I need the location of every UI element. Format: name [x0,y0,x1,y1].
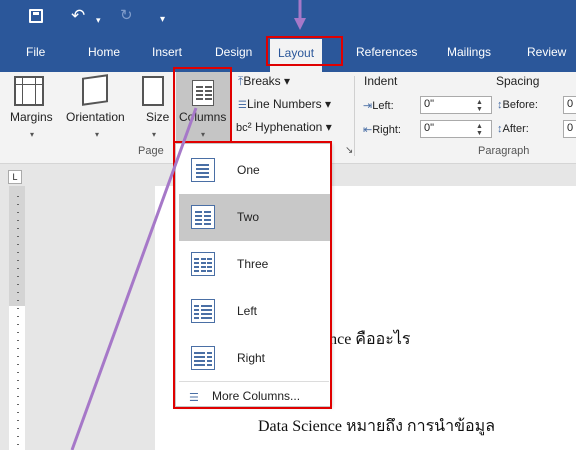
ruler-tick [17,244,19,245]
ruler-tick [17,332,19,333]
indent-right-spinner[interactable]: ▲ ▼ [476,123,483,137]
undo-icon[interactable]: ↶ [71,7,85,25]
spacing-before-input[interactable]: 0 [563,96,576,114]
size-icon[interactable] [142,76,164,106]
layout-tab-highlight [266,36,343,66]
line-numbers-icon: ☰ [238,100,247,111]
margins-icon[interactable] [14,76,44,106]
title-bar: ↶ ▾ ↻ ▾ [0,0,576,32]
ruler-tick [17,268,19,269]
ruler-tick [17,300,19,301]
page-setup-group-label: Page [138,145,164,157]
customize-qat-icon[interactable]: ▾ [160,11,165,29]
ruler-tick [17,372,19,373]
ruler-tick [17,412,19,413]
doc-heading-text: ence คืออะไร [322,331,411,348]
doc-paragraph-text: Data Science หมายถึง การนำข้อมูล [258,418,495,435]
ruler-tick [17,436,19,437]
size-button[interactable]: Size [146,110,169,124]
hyphenation-button[interactable]: bc² Hyphenation ▾ [236,120,332,134]
save-icon[interactable] [29,9,43,23]
tab-references[interactable]: References [356,45,417,59]
orientation-button[interactable]: Orientation [66,110,125,124]
indent-left-label: ⇥Left: [363,100,394,112]
ruler-tick [17,292,19,293]
indent-left-spinner[interactable]: ▲ ▼ [476,99,483,113]
ruler-tick [17,316,19,317]
ruler-tick [17,284,19,285]
ruler-tick [17,340,19,341]
tab-insert[interactable]: Insert [152,45,182,59]
tab-review[interactable]: Review [527,45,566,59]
hyphenation-icon: bc [236,122,248,134]
tab-home[interactable]: Home [88,45,120,59]
tab-file[interactable]: File [26,45,45,59]
ruler-tick [17,444,19,445]
spacing-after-label: ↕After: [497,123,529,135]
size-caret-icon[interactable]: ▾ [152,130,156,139]
indent-right-label: ⇤Right: [363,124,401,136]
redo-icon[interactable]: ↻ [120,7,133,25]
spacing-after-input[interactable]: 0 [563,120,576,138]
ruler-tick [17,212,19,213]
page-setup-dialog-launcher-icon[interactable]: ↘ [345,145,353,156]
margins-caret-icon[interactable]: ▾ [30,130,34,139]
paragraph-group-label: Paragraph [478,145,530,157]
ruler-tick [17,356,19,357]
ruler-tick [17,348,19,349]
ruler-tick [17,428,19,429]
ruler-tick [17,228,19,229]
ruler-tick [17,204,19,205]
orientation-caret-icon[interactable]: ▾ [95,130,99,139]
indent-title: Indent [364,74,398,88]
undo-dropdown-icon[interactable]: ▾ [96,11,101,29]
ruler-tick [17,380,19,381]
ruler-tick [17,276,19,277]
ruler-tick [17,396,19,397]
group-divider [354,76,355,156]
spacing-title: Spacing [496,74,540,88]
ruler-tick [17,252,19,253]
ruler-tick [17,404,19,405]
indent-right-icon: ⇤ [363,124,373,136]
line-numbers-button[interactable]: ☰Line Numbers ▾ [238,97,331,111]
ruler-tick [17,388,19,389]
tab-mailings[interactable]: Mailings [447,45,491,59]
ruler-tick [17,308,19,309]
indent-left-icon: ⇥ [363,100,373,112]
tab-design[interactable]: Design [215,45,252,59]
ruler-tick [17,236,19,237]
columns-menu-highlight [173,141,332,409]
spacing-before-label: ↕Before: [497,99,538,111]
margins-button[interactable]: Margins [10,110,53,124]
breaks-button[interactable]: ⤒Breaks ▾ [238,74,290,89]
ruler-tick [17,196,19,197]
orientation-icon[interactable] [82,74,108,106]
ruler-tick [17,324,19,325]
tab-selector-icon[interactable]: L [8,170,22,184]
ruler-tick [17,420,19,421]
ruler-tick [17,260,19,261]
ruler-tick [17,364,19,365]
ruler-tick [17,220,19,221]
